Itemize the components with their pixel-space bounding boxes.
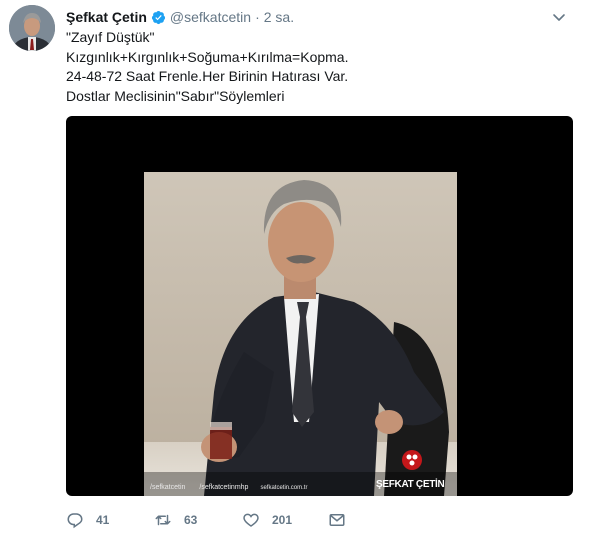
direct-message-button[interactable]	[328, 511, 346, 529]
heart-icon	[243, 513, 259, 527]
tweet-actions: 41 63 201	[66, 510, 346, 530]
tweet-text-line: Kızgınlık+Kırgınlık+Soğuma+Kırılma=Kopma…	[66, 48, 349, 65]
tweet-text-line: "Zayıf Düştük"	[66, 29, 155, 45]
envelope-icon	[329, 514, 345, 526]
tweet-media[interactable]: /sefkatcetin /sefkatcetinmhp sefkatcetin…	[66, 116, 573, 496]
tweet-header: Şefkat Çetin @sefkatcetin · 2 sa.	[66, 8, 294, 26]
website-link-text: sefkatcetin.com.tr	[260, 484, 308, 491]
like-button[interactable]: 201	[242, 511, 328, 529]
reply-icon	[67, 513, 83, 529]
tweet-photo[interactable]: /sefkatcetin /sefkatcetinmhp sefkatcetin…	[144, 172, 457, 496]
verified-badge-icon	[151, 10, 165, 24]
author-handle[interactable]: @sefkatcetin	[170, 9, 251, 25]
tweet-text-line: Dostlar Meclisinin"Sabır"Söylemleri	[66, 87, 285, 104]
retweet-count: 63	[184, 513, 198, 527]
twitter-link-text: /sefkatcetin	[150, 484, 186, 491]
tweet-text: "Zayıf Düştük" Kızgınlık+Kırgınlık+Soğum…	[66, 28, 566, 106]
reply-button[interactable]: 41	[66, 511, 154, 529]
image-signature: ŞEFKAT ÇETİN	[376, 479, 445, 490]
image-overlay-links: /sefkatcetin /sefkatcetinmhp sefkatcetin…	[150, 484, 307, 491]
separator-dot: ·	[255, 9, 260, 25]
tweet-text-line: 24-48-72 Saat Frenle.Her Birinin Hatıras…	[66, 68, 349, 84]
like-count: 201	[272, 513, 293, 527]
reply-count: 41	[96, 513, 110, 527]
author-avatar[interactable]	[9, 5, 55, 51]
author-name[interactable]: Şefkat Çetin	[66, 9, 147, 25]
tweet-timestamp[interactable]: 2 sa.	[264, 9, 294, 25]
retweet-icon	[155, 514, 171, 526]
chevron-down-icon[interactable]	[551, 9, 567, 25]
facebook-link-text: /sefkatcetinmhp	[199, 484, 249, 491]
retweet-button[interactable]: 63	[154, 511, 242, 529]
